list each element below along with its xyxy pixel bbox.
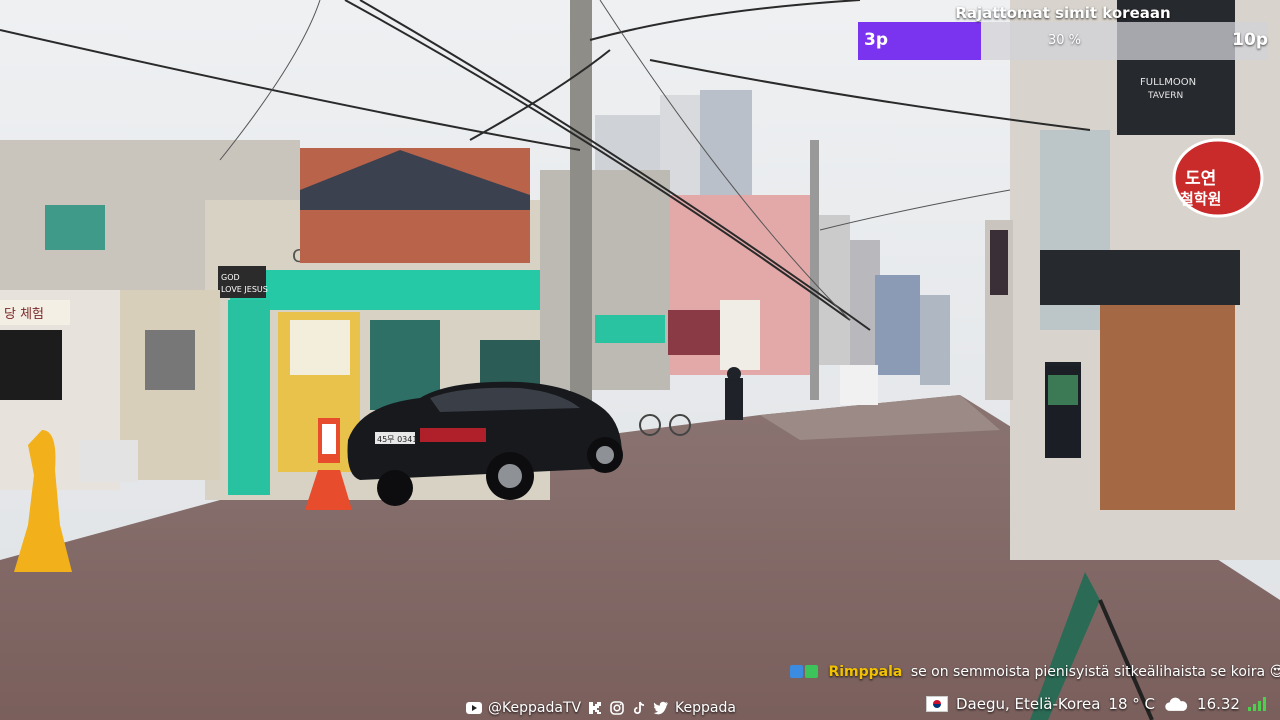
location-weather: Daegu, Etelä-Korea 18 ° C 16.32 — [926, 693, 1266, 715]
subscriber-badge-icon — [790, 665, 803, 678]
location-name: Daegu, Etelä-Korea — [956, 695, 1101, 713]
youtube-icon — [466, 702, 482, 714]
svg-text:FULLMOON: FULLMOON — [1140, 77, 1196, 88]
svg-text:철학원: 철학원 — [1180, 190, 1221, 208]
sparkle-badge-icon — [805, 665, 818, 678]
social-handles: @KeppadaTV Keppada — [466, 698, 736, 718]
chat-message: Rimppala se on semmoista pienisyistä sit… — [790, 664, 1280, 680]
donation-goal-bar: Rajattomat simit koreaan 3p 30 % 10p — [858, 4, 1268, 60]
instagram-icon — [610, 701, 624, 715]
temperature: 18 ° C — [1108, 695, 1156, 713]
utility-pole — [570, 0, 592, 405]
youtube-handle: @KeppadaTV — [488, 700, 582, 716]
local-time: 16.32 — [1197, 695, 1240, 713]
heart-eyes-emoji: 😍 — [1269, 664, 1280, 680]
goal-title: Rajattomat simit koreaan — [955, 4, 1171, 22]
chat-username: Rimppala — [828, 664, 903, 680]
svg-text:당 체험: 당 체험 — [4, 307, 44, 322]
channel-name: Keppada — [675, 700, 736, 716]
twitter-icon — [653, 701, 669, 715]
kick-icon — [589, 702, 602, 714]
south-korea-flag-icon — [926, 696, 948, 712]
svg-text:GOD: GOD — [221, 273, 240, 282]
svg-text:LOVE JESUS: LOVE JESUS — [221, 285, 268, 294]
street-scene: CAKWANG GOD LOVE JESUS 당 체험 FULLMOON TAV… — [0, 0, 1280, 720]
chat-text: se on semmoista pienisyistä sitkeälihais… — [910, 664, 1266, 680]
goal-end-label: 10p — [1232, 30, 1268, 50]
tiktok-icon — [633, 701, 645, 714]
signal-strength-icon — [1247, 697, 1266, 711]
cloud-icon — [1165, 697, 1188, 711]
svg-text:도연: 도연 — [1185, 169, 1216, 189]
svg-text:45무 0341: 45무 0341 — [377, 435, 417, 444]
goal-start-label: 3p — [864, 30, 888, 50]
svg-text:TAVERN: TAVERN — [1147, 91, 1183, 101]
goal-percent-label: 30 % — [1048, 33, 1082, 48]
